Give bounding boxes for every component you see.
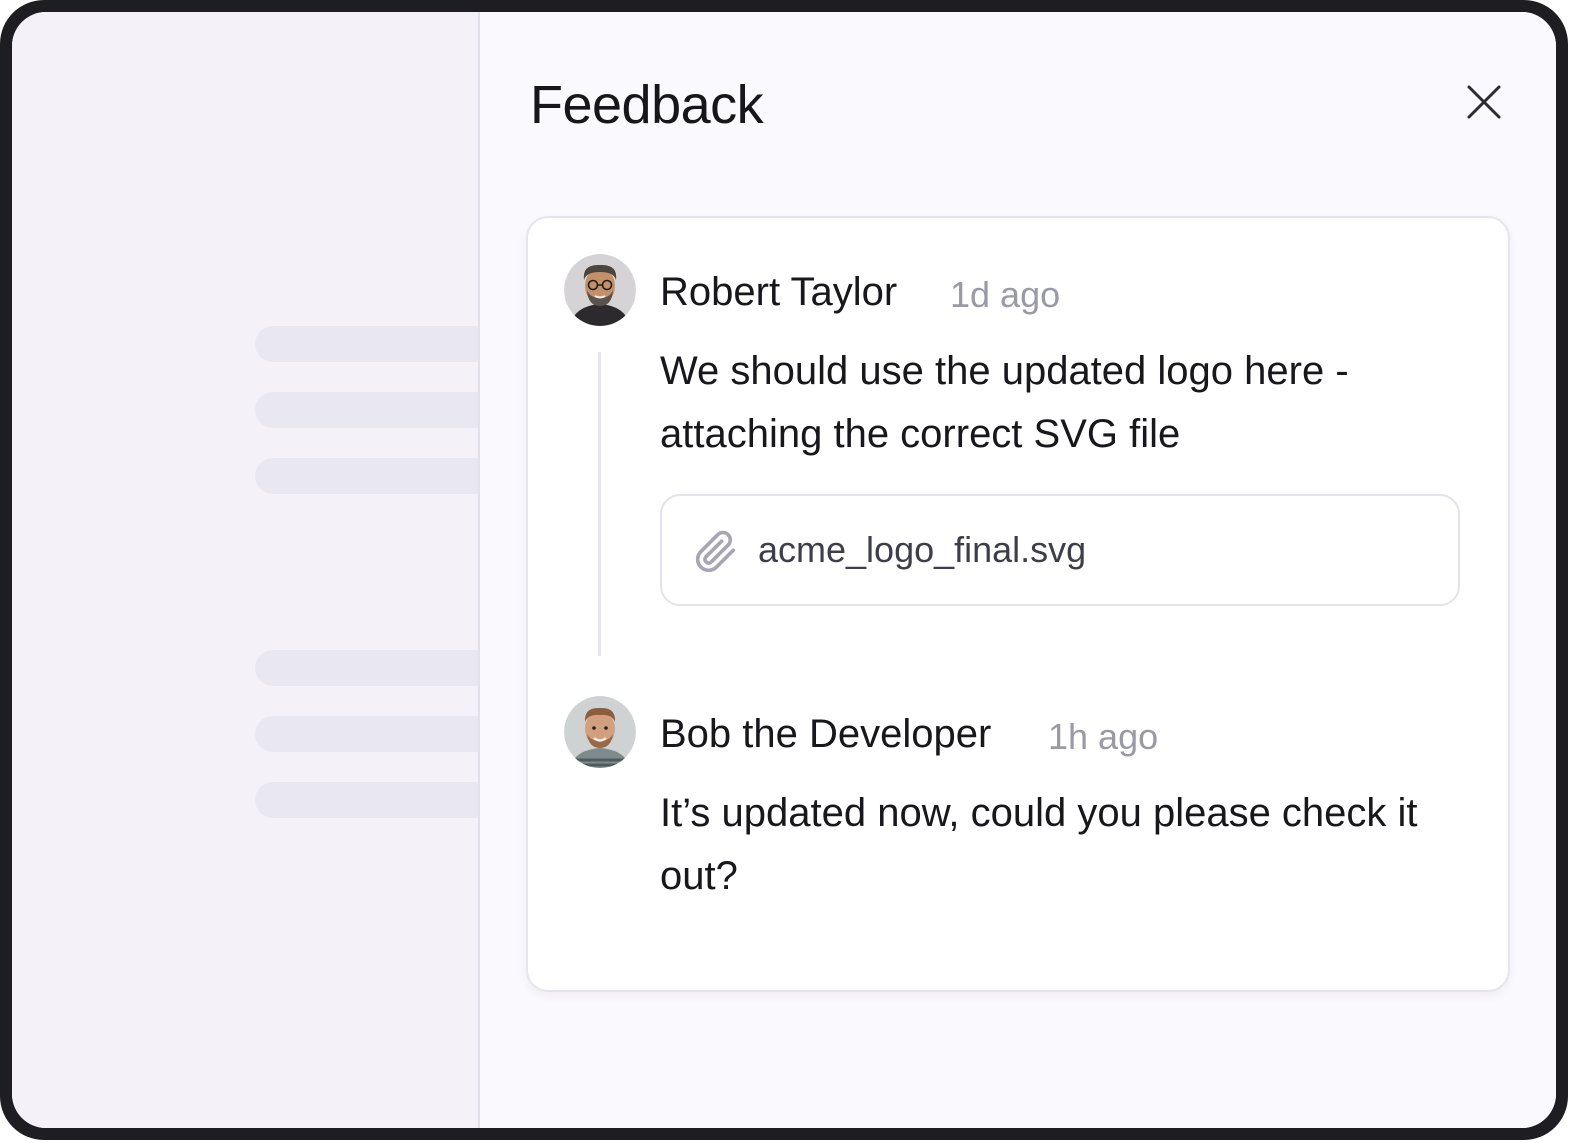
close-icon <box>1467 85 1501 119</box>
skeleton-line <box>255 782 495 818</box>
comment-author: Robert Taylor <box>660 270 898 314</box>
panel-title: Feedback <box>530 75 764 135</box>
skeleton-line <box>255 650 495 686</box>
skeleton-line <box>255 326 495 362</box>
attachment-filename: acme_logo_final.svg <box>758 529 1087 570</box>
attachment-file[interactable]: acme_logo_final.svg <box>660 494 1460 606</box>
feedback-panel: Feedback Robert Taylor 1d ago We should … <box>478 12 1556 1128</box>
device-frame: Feedback Robert Taylor 1d ago We should … <box>0 0 1568 1140</box>
background-content <box>12 12 495 1128</box>
avatar-robert-taylor[interactable] <box>564 254 636 326</box>
thread-connector <box>598 352 601 656</box>
skeleton-line <box>255 392 495 428</box>
avatar-bob-the-developer[interactable] <box>564 696 636 768</box>
close-button[interactable] <box>1464 82 1504 122</box>
comment-author: Bob the Developer <box>660 712 992 756</box>
comment-thread-card: Robert Taylor 1d ago We should use the u… <box>526 216 1510 992</box>
paperclip-icon <box>695 530 736 573</box>
comment-time: 1d ago <box>950 274 1061 315</box>
skeleton-line <box>255 458 495 494</box>
skeleton-line <box>255 716 495 752</box>
comment-text: It’s updated now, could you please check… <box>660 791 1418 898</box>
comment-text: We should use the updated logo here - at… <box>660 349 1349 456</box>
comment-time: 1h ago <box>1048 716 1159 757</box>
app-screen: Feedback Robert Taylor 1d ago We should … <box>12 12 1556 1128</box>
